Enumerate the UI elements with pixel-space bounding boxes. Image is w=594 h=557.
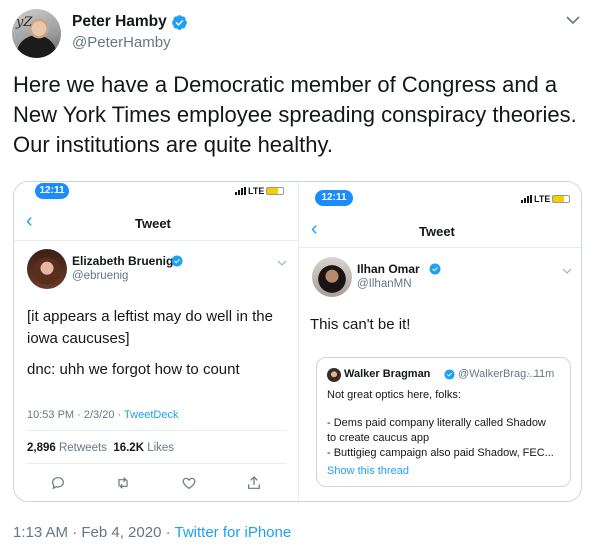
chevron-down-icon	[562, 268, 572, 274]
nav-divider	[14, 240, 298, 241]
network-label: LTE	[534, 194, 551, 204]
status-time-pill: 12:11	[315, 190, 353, 206]
heart-icon	[182, 477, 196, 490]
quoted-text-line: - Buttigieg campaign also paid Shadow, F…	[327, 447, 554, 459]
chevron-down-icon	[277, 260, 287, 266]
author-avatar[interactable]: yZ	[12, 9, 61, 58]
embedded-avatar	[312, 257, 352, 297]
quoted-time: · 11m	[527, 368, 555, 380]
nav-title: Tweet	[419, 224, 455, 239]
verified-icon	[172, 15, 187, 30]
reply-icon	[52, 477, 64, 490]
embedded-author-name: Elizabeth Bruenig	[72, 254, 174, 268]
embedded-source: TweetDeck	[124, 409, 179, 421]
tweet-footer: 1:13 AM · Feb 4, 2020 · Twitter for iPho…	[13, 524, 291, 541]
quoted-author-name: Walker Bragman	[344, 368, 431, 380]
embedded-text-line: dnc: uhh we forgot how to count	[27, 361, 240, 378]
verified-icon	[171, 255, 183, 267]
quoted-text-line: Not great optics here, folks:	[327, 389, 461, 401]
embedded-stats: 2,896 Retweets 16.2K Likes	[27, 442, 174, 454]
retweet-icon	[118, 477, 128, 489]
avatar-logo-text: yZ	[16, 15, 33, 30]
retweets-count: 2,896	[27, 442, 56, 454]
author-handle[interactable]: @PeterHamby	[72, 34, 171, 51]
retweets-label: Retweets	[58, 442, 107, 454]
quoted-author-handle: @WalkerBrag...	[458, 368, 536, 380]
verified-icon	[429, 263, 441, 275]
quoted-avatar	[327, 368, 341, 382]
quoted-tweet: Walker Bragman @WalkerBrag... · 11m Not …	[316, 357, 571, 487]
battery-icon	[266, 187, 285, 195]
media-image-left[interactable]: 12:11 LTE ‹ Tweet Elizabeth Bruenig @ebr…	[14, 182, 298, 501]
embedded-text: This can't be it!	[310, 316, 411, 333]
tweet: yZ Peter Hamby @PeterHamby Here we have …	[0, 0, 594, 557]
tweet-text: Here we have a Democratic member of Cong…	[13, 72, 577, 157]
embedded-author-handle: @IlhanMN	[357, 278, 412, 290]
status-bar: LTE	[235, 186, 285, 196]
battery-icon	[552, 195, 571, 203]
signal-icon	[521, 195, 532, 203]
status-bar: LTE	[521, 194, 571, 204]
show-thread-link: Show this thread	[327, 465, 409, 477]
likes-label: Likes	[147, 442, 175, 454]
embedded-author-name: Ilhan Omar	[357, 262, 420, 276]
embedded-text-line: iowa caucuses]	[27, 330, 130, 347]
nav-title: Tweet	[135, 216, 171, 231]
status-time-pill: 12:11	[35, 183, 69, 199]
embedded-avatar	[27, 249, 67, 289]
tweet-media[interactable]: 12:11 LTE ‹ Tweet Elizabeth Bruenig @ebr…	[13, 181, 582, 502]
meta-divider	[27, 430, 287, 431]
verified-icon	[444, 369, 455, 380]
quoted-text-line: - Dems paid company literally called Sha…	[327, 417, 546, 429]
tweet-source-link[interactable]: Twitter for iPhone	[174, 524, 291, 541]
embedded-actions	[50, 475, 262, 491]
back-chevron-icon: ‹	[26, 210, 33, 232]
stats-divider	[27, 463, 287, 464]
media-image-right[interactable]: 12:11 LTE ‹ Tweet Ilhan Omar @IlhanMN Th…	[299, 182, 581, 501]
embedded-timestamp: 10:53 PM · 2/3/20 · TweetDeck	[27, 409, 178, 421]
likes-count: 16.2K	[113, 442, 144, 454]
chevron-down-icon[interactable]	[566, 15, 580, 25]
embedded-author-handle: @ebruenig	[72, 270, 129, 282]
quoted-text-line: to create caucus app	[327, 432, 430, 444]
embedded-text-line: [it appears a leftist may do well in the	[27, 308, 273, 325]
author-name[interactable]: Peter Hamby	[72, 13, 167, 31]
signal-icon	[235, 187, 246, 195]
network-label: LTE	[248, 186, 265, 196]
embedded-timestamp-text: 10:53 PM · 2/3/20 ·	[27, 409, 125, 421]
share-icon	[248, 476, 260, 489]
nav-divider	[299, 247, 581, 248]
tweet-timestamp[interactable]: 1:13 AM · Feb 4, 2020 ·	[13, 524, 174, 541]
back-chevron-icon: ‹	[311, 218, 318, 240]
